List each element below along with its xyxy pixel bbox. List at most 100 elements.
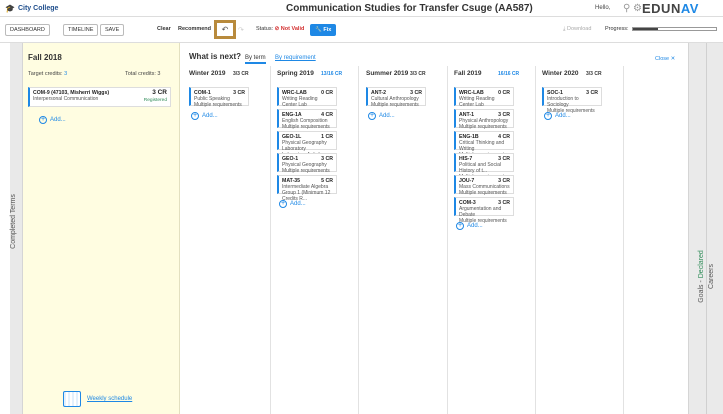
goals-declared: Declared [697,250,705,279]
search-icon[interactable]: ⚲ [623,3,630,14]
course-card[interactable]: GEO-1 3 CR Physical Geography Multiple requ… [277,153,337,174]
course-credits: 4 CR [321,112,333,118]
term-credits-target: /3 CR [588,71,602,77]
toolbar: DASHBOARD TIMELINE SAVE Clear Recommend … [0,17,723,43]
term-credits: 3/3 CR [586,71,602,77]
program-title: Communication Studies for Transfer Csuge… [286,3,533,14]
course-credits: 3 CR [498,112,510,118]
careers-tab[interactable]: Careers [708,264,715,289]
plus-icon: + [456,222,464,230]
total-credits-value: 3 [157,71,161,77]
course-card[interactable]: GEO-1L1 CRPhysical Geography LaboratoryL… [277,131,337,158]
course-credits: 4 CR [498,134,510,140]
course-card[interactable]: MAT-35 5 CR Intermediate Algebra Group 1 (M… [277,175,337,202]
course-desc: Critical Thinking and Writing [459,140,505,152]
completed-term-panel: Fall 2018 Target credits: 3 Total credit… [23,43,180,414]
course-desc-2: Multiple requirements [282,168,330,174]
progress-bar [632,27,717,31]
course-credits: 0 CR [498,90,510,96]
status-value: Not Valid [280,26,305,32]
course-credits: 3 CR [586,90,598,96]
total-credits-label: Total credits: [125,71,156,77]
timeline-button[interactable]: TIMELINE [63,24,99,36]
redo-icon[interactable]: ↷ [238,26,244,34]
course-card[interactable]: COM-9 (47103, Misherri Wiggs) 3 CR Inter… [28,87,171,107]
course-credits: 3 CR [498,156,510,162]
add-label: Add... [50,117,66,123]
course-card[interactable]: ENG-1B4 CRCritical Thinking and WritingM… [454,131,514,158]
course-credits: 3 CR [152,89,167,96]
download-label: Download [566,26,592,32]
graduation-cap-icon: 🎓 [5,3,15,13]
term-credits: 3/3 CR [410,71,426,77]
term-title: Fall 2019 [454,70,482,77]
greeting: Hello, [595,5,611,11]
course-card[interactable]: COM-3 3 CR Argumentation and Debate Multipl… [454,197,514,224]
term-title: Winter 2019 [189,70,226,77]
course-credits: 3 CR [498,178,510,184]
goals-tab[interactable]: Goals - Declared [698,250,705,303]
term-title: Summer 2019 [366,70,409,77]
course-desc-2: Multiple requirements [459,190,507,196]
term-credits-target: /3 CR [412,71,426,77]
total-credits: Total credits: 3 [125,71,160,77]
course-card[interactable]: HIS-7 3 CR Political and Social History of… [454,153,514,180]
plus-icon: + [368,112,376,120]
clear-button[interactable]: Clear [157,26,171,32]
course-card[interactable]: SOC-1 3 CR Introduction to Sociology Multip… [542,87,602,114]
course-status: Registered [143,98,167,103]
tab-by-term[interactable]: By term [245,55,266,64]
course-card[interactable]: COM-1 3 CR Public Speaking Multiple require… [189,87,249,108]
college-brand[interactable]: 🎓 City College [5,4,58,13]
close-label: Close [655,56,670,62]
wrench-icon: 🔧 [315,27,322,33]
tab-by-requirement[interactable]: By requirement [275,55,316,61]
target-credits: Target credits: 3 [28,71,67,77]
term-credits: 13/16 CR [321,71,342,77]
download-icon: ⤓ [563,26,566,32]
term-column: Winter 2019 3/3 CR COM-1 3 CR Public Speakin… [189,66,271,414]
logo-main: EDUN [642,1,681,16]
term-column: Winter 2020 3/3 CR SOC-1 3 CR Introduction t… [542,66,624,414]
dashboard-button[interactable]: DASHBOARD [5,24,50,36]
recommend-button[interactable]: Recommend [178,26,211,32]
edunav-logo: EDUNAV [642,1,699,16]
undo-icon: ↶ [221,25,229,34]
add-course-link[interactable]: + Add... [279,200,306,208]
add-course-link[interactable]: + Add... [39,116,66,124]
gear-icon[interactable]: ⚙ [633,3,642,14]
download-button[interactable]: ⤓ Download [563,26,591,33]
course-card[interactable]: ENG-1A 4 CR English Composition Multiple re… [277,109,337,130]
weekly-label: Weekly schedule [87,396,133,402]
add-course-link[interactable]: + Add... [544,112,571,120]
course-desc-2: Multiple requirements [282,124,330,130]
add-course-link[interactable]: + Add... [191,112,218,120]
course-credits: 3 CR [233,90,245,96]
add-label: Add... [379,113,395,119]
course-card[interactable]: ANT-1 3 CR Physical Anthropology Multiple r… [454,109,514,130]
close-button[interactable]: Close ✕ [655,56,675,62]
course-card[interactable]: JOU-7 3 CR Mass Communications Multiple req… [454,175,514,196]
planner-heading: What is next? [189,52,242,61]
add-course-link[interactable]: + Add... [368,112,395,120]
plus-icon: + [191,112,199,120]
course-desc: Physical Geography Laboratory [282,140,327,152]
course-card[interactable]: WRC-LAB 0 CR Writing Reading Center Lab [454,87,514,108]
term-column: Spring 2019 13/16 CR WRC-LAB 0 CR Writing Re… [277,66,359,414]
term-credits-target: /16 CR [326,71,343,77]
term-credits-target: /16 CR [503,71,520,77]
logo-accent: AV [680,1,699,16]
undo-button[interactable]: ↶ [214,20,236,39]
fix-button[interactable]: 🔧 Fix [310,24,337,36]
status-label: Status: [256,26,274,32]
completed-terms-rail[interactable]: Completed Terms [10,43,23,414]
progress-fill [633,28,658,30]
term-column: Fall 2019 16/16 CR WRC-LAB 0 CR Writing Read… [454,66,536,414]
save-button[interactable]: SAVE [100,24,125,36]
course-card[interactable]: ANT-2 3 CR Cultural Anthropology Multiple r… [366,87,426,108]
course-card[interactable]: WRC-LAB 0 CR Writing Reading Center Lab [277,87,337,108]
college-name: City College [17,4,59,12]
add-course-link[interactable]: + Add... [456,222,483,230]
completed-terms-label: Completed Terms [9,194,17,249]
weekly-schedule-link[interactable]: Weekly schedule [63,391,132,407]
